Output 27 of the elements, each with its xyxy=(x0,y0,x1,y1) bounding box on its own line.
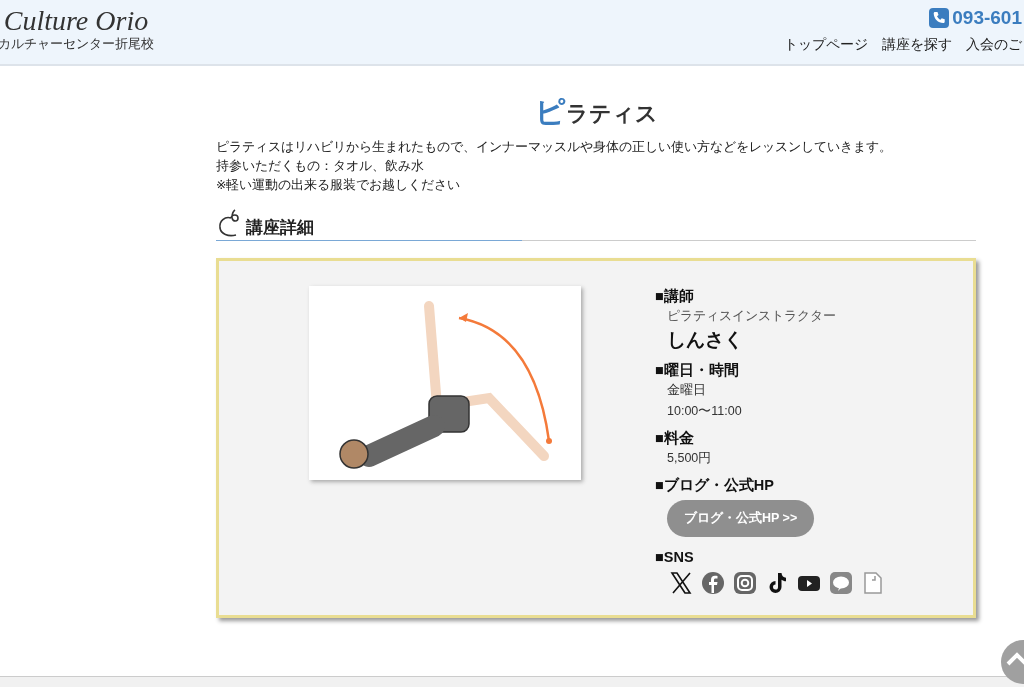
instructor-role: ピラティスインストラクター xyxy=(667,308,837,325)
title-accent: ピ xyxy=(534,96,566,128)
chevron-up-icon xyxy=(1006,652,1024,666)
nav-link[interactable]: 入会のご xyxy=(966,36,1022,54)
phone-icon xyxy=(929,8,950,28)
page-title: ラティス xyxy=(565,101,658,128)
logo-title[interactable]: Culture Orio xyxy=(3,6,149,36)
detail-heading: ■料金 xyxy=(655,429,695,448)
logo-subtitle: カルチャーセンター折尾校 xyxy=(0,36,154,52)
phone-number[interactable]: 093-601 xyxy=(952,6,1022,30)
section-heading: 講座詳細 xyxy=(246,217,314,239)
instructor-name: しんさく xyxy=(667,328,744,352)
description-text: ※軽い運動の出来る服装でお越しください xyxy=(216,177,462,194)
nav-link[interactable]: トップページ xyxy=(784,36,868,54)
instagram-icon[interactable] xyxy=(733,571,757,595)
detail-heading: ■曜日・時間 xyxy=(655,361,740,380)
x-icon[interactable] xyxy=(669,571,693,595)
description-text: 持参いただくもの：タオル、飲み水 xyxy=(216,158,425,175)
detail-text: 5,500円 xyxy=(667,450,713,467)
nav-link[interactable]: 講座を探す xyxy=(882,36,952,54)
description-text: ピラティスはリハビリから生まれたもので、インナーマッスルや身体の正しい使い方などをレッスンしていきます。 xyxy=(216,139,893,156)
detail-heading: ■ブログ・公式HP xyxy=(655,476,775,495)
detail-heading: ■講師 xyxy=(655,287,695,306)
detail-text: 10:00〜11:00 xyxy=(667,403,743,420)
detail-heading: ■SNS xyxy=(655,548,695,567)
facebook-icon[interactable] xyxy=(701,571,725,595)
detail-text: 金曜日 xyxy=(667,382,707,399)
